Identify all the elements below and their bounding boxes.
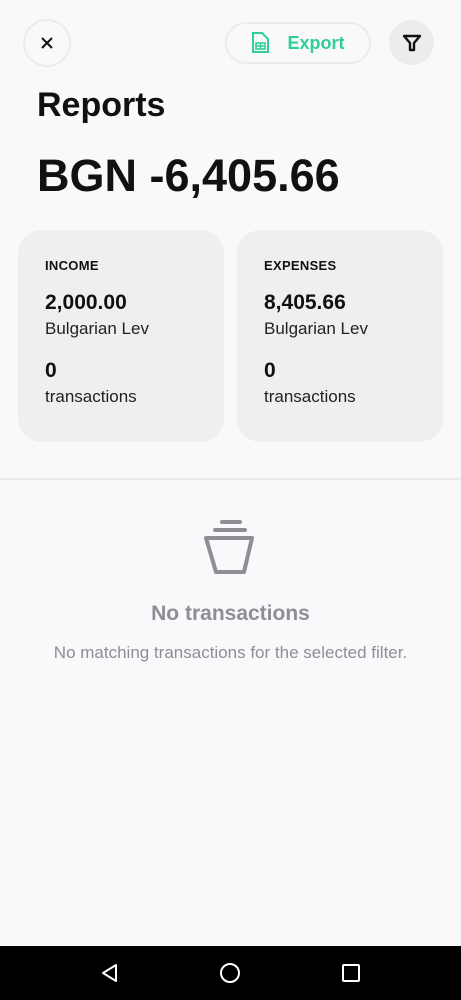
empty-subtitle: No matching transactions for the selecte… (53, 643, 408, 662)
expenses-count: 0 (264, 359, 276, 382)
filter-button[interactable] (389, 20, 434, 65)
close-icon (41, 37, 53, 49)
expenses-label: EXPENSES (264, 258, 337, 273)
spreadsheet-icon (252, 32, 270, 53)
export-label: Export (287, 32, 345, 53)
close-button[interactable] (23, 19, 71, 67)
income-label: INCOME (45, 258, 99, 273)
income-count: 0 (45, 359, 57, 382)
back-icon[interactable] (100, 963, 120, 983)
home-icon[interactable] (219, 962, 241, 984)
empty-title: No transactions (151, 602, 310, 625)
empty-basket-icon (204, 520, 254, 574)
expenses-currency: Bulgarian Lev (264, 319, 368, 338)
filter-icon (402, 34, 421, 51)
income-currency: Bulgarian Lev (45, 319, 149, 338)
income-count-label: transactions (45, 387, 137, 406)
expenses-card[interactable]: EXPENSES 8,405.66 Bulgarian Lev 0 transa… (237, 230, 443, 442)
income-amount: 2,000.00 (45, 291, 127, 314)
page-title: Reports (37, 86, 166, 124)
divider (0, 478, 461, 480)
recents-icon[interactable] (341, 963, 361, 983)
export-button[interactable]: Export (225, 22, 371, 64)
system-nav-bar (0, 946, 461, 1000)
income-card[interactable]: INCOME 2,000.00 Bulgarian Lev 0 transact… (18, 230, 224, 442)
total-balance: BGN -6,405.66 (37, 150, 340, 201)
expenses-amount: 8,405.66 (264, 291, 346, 314)
expenses-count-label: transactions (264, 387, 356, 406)
